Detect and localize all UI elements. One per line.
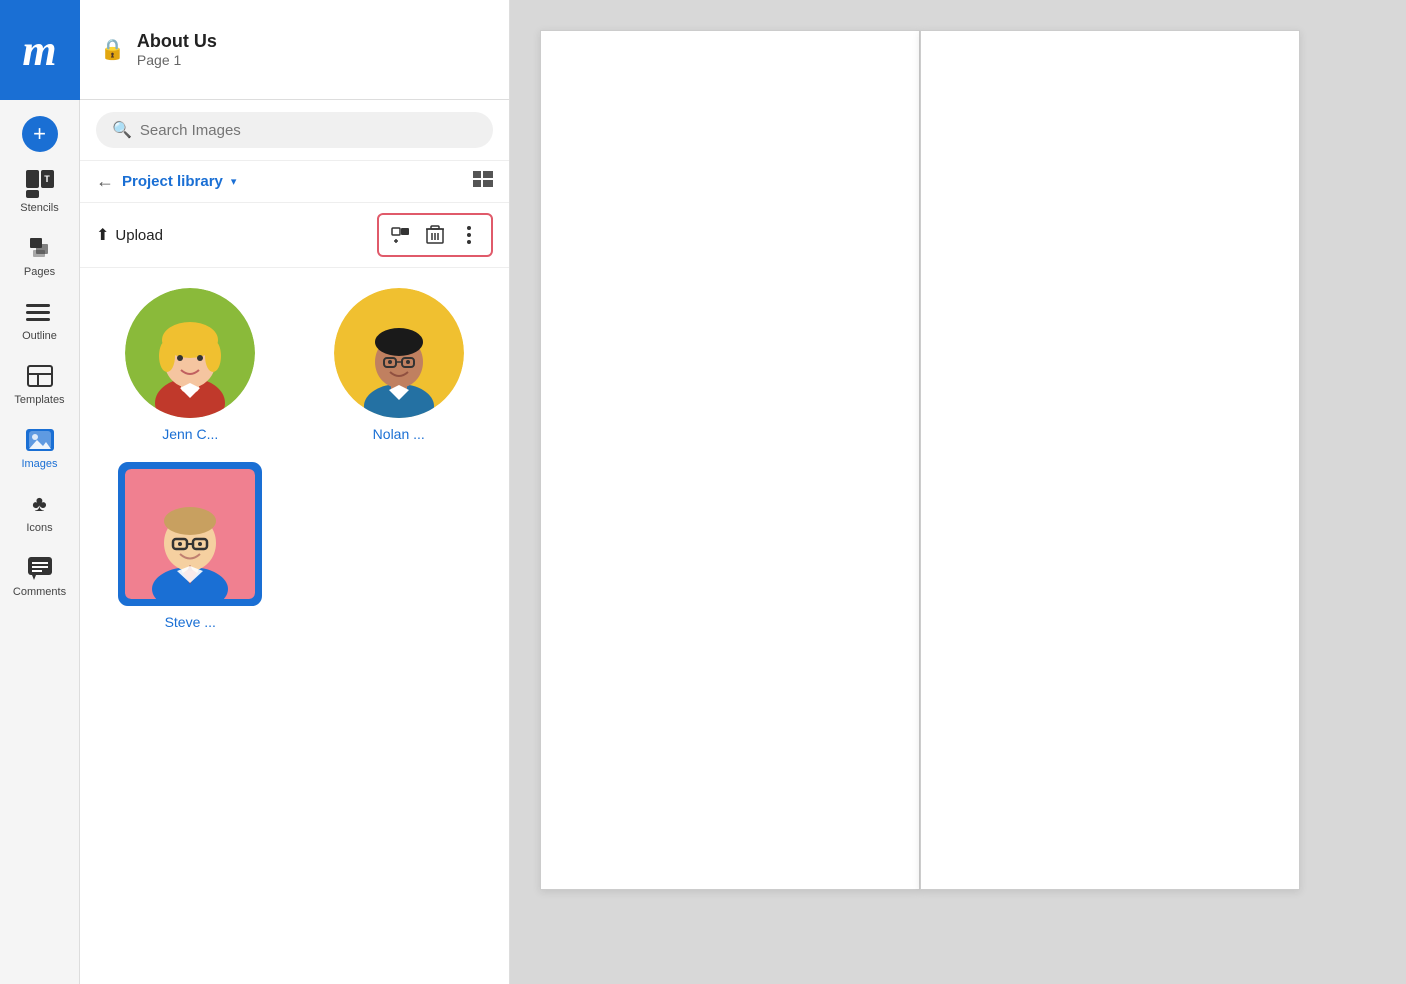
- templates-icon: [26, 362, 54, 390]
- list-item[interactable]: Steve ...: [96, 462, 285, 630]
- sidebar-item-outline-label: Outline: [22, 330, 57, 342]
- page-subtitle: Page 1: [137, 52, 217, 68]
- grid-view-icon[interactable]: [473, 171, 493, 192]
- search-icon: 🔍: [112, 120, 132, 140]
- avatar-steve-svg: [125, 469, 255, 599]
- canvas-area: [510, 0, 1406, 984]
- search-input[interactable]: [140, 122, 477, 139]
- replace-icon-button[interactable]: [385, 219, 417, 251]
- sidebar-item-comments[interactable]: Comments: [0, 544, 80, 608]
- search-input-wrap[interactable]: 🔍: [96, 112, 493, 148]
- pages-icon: [26, 234, 54, 262]
- app-container: m + T Stencils: [0, 0, 1406, 984]
- sidebar-item-images[interactable]: Images: [0, 416, 80, 480]
- sidebar-item-pages[interactable]: Pages: [0, 224, 80, 288]
- nav-left: ← Project library ▾: [96, 171, 236, 192]
- images-icon: [26, 426, 54, 454]
- sidebar-item-images-label: Images: [21, 458, 57, 470]
- image-thumb-jenn: [125, 288, 255, 418]
- logo-area[interactable]: m: [0, 0, 80, 100]
- app-logo: m: [22, 25, 56, 76]
- images-grid: Jenn C...: [80, 268, 509, 650]
- avatar-jenn-svg: [125, 288, 255, 418]
- toolbar-actions: [377, 213, 493, 257]
- icons-icon: ♣: [26, 490, 54, 518]
- image-thumb-nolan: [334, 288, 464, 418]
- sidebar-item-templates[interactable]: Templates: [0, 352, 80, 416]
- library-title[interactable]: Project library: [122, 173, 223, 190]
- image-steve-label: Steve ...: [165, 614, 216, 630]
- canvas-page-1: [540, 30, 920, 890]
- upload-label: Upload: [115, 227, 163, 244]
- add-button[interactable]: +: [22, 116, 58, 152]
- avatar-nolan-svg: [334, 288, 464, 418]
- sidebar-item-outline[interactable]: Outline: [0, 288, 80, 352]
- sidebar-item-icons[interactable]: ♣ Icons: [0, 480, 80, 544]
- more-options-button[interactable]: [453, 219, 485, 251]
- library-nav: ← Project library ▾: [80, 161, 509, 203]
- stencils-icon: T: [26, 170, 54, 198]
- sidebar-item-stencils-label: Stencils: [20, 202, 59, 214]
- header-title-group: About Us Page 1: [137, 31, 217, 68]
- list-item[interactable]: Jenn C...: [96, 288, 285, 442]
- upload-button[interactable]: ⬆ Upload: [96, 225, 163, 245]
- icon-sidebar: m + T Stencils: [0, 0, 80, 984]
- image-thumb-wrap-steve: [118, 462, 262, 606]
- comments-icon: [26, 554, 54, 582]
- image-thumb-steve: [125, 469, 255, 599]
- upload-icon: ⬆: [96, 225, 109, 245]
- sidebar-item-comments-label: Comments: [13, 586, 66, 598]
- image-nolan-label: Nolan ...: [373, 426, 425, 442]
- toolbar-row: ⬆ Upload: [80, 203, 509, 268]
- panel-area: 🔒 About Us Page 1 🔍 ← Project library ▾: [80, 0, 510, 984]
- sidebar-item-stencils[interactable]: T Stencils: [0, 160, 80, 224]
- list-item[interactable]: Nolan ...: [305, 288, 494, 442]
- header-bar: 🔒 About Us Page 1: [80, 0, 509, 100]
- delete-button[interactable]: [419, 219, 451, 251]
- sidebar-item-templates-label: Templates: [14, 394, 64, 406]
- page-title: About Us: [137, 31, 217, 52]
- outline-icon: [26, 298, 54, 326]
- canvas-page-2: [920, 30, 1300, 890]
- library-dropdown-icon[interactable]: ▾: [231, 175, 237, 188]
- image-jenn-label: Jenn C...: [162, 426, 218, 442]
- sidebar-item-pages-label: Pages: [24, 266, 55, 278]
- sidebar-item-icons-label: Icons: [26, 522, 52, 534]
- search-bar: 🔍: [80, 100, 509, 161]
- back-arrow-icon[interactable]: ←: [96, 171, 114, 192]
- lock-icon: 🔒: [100, 37, 125, 62]
